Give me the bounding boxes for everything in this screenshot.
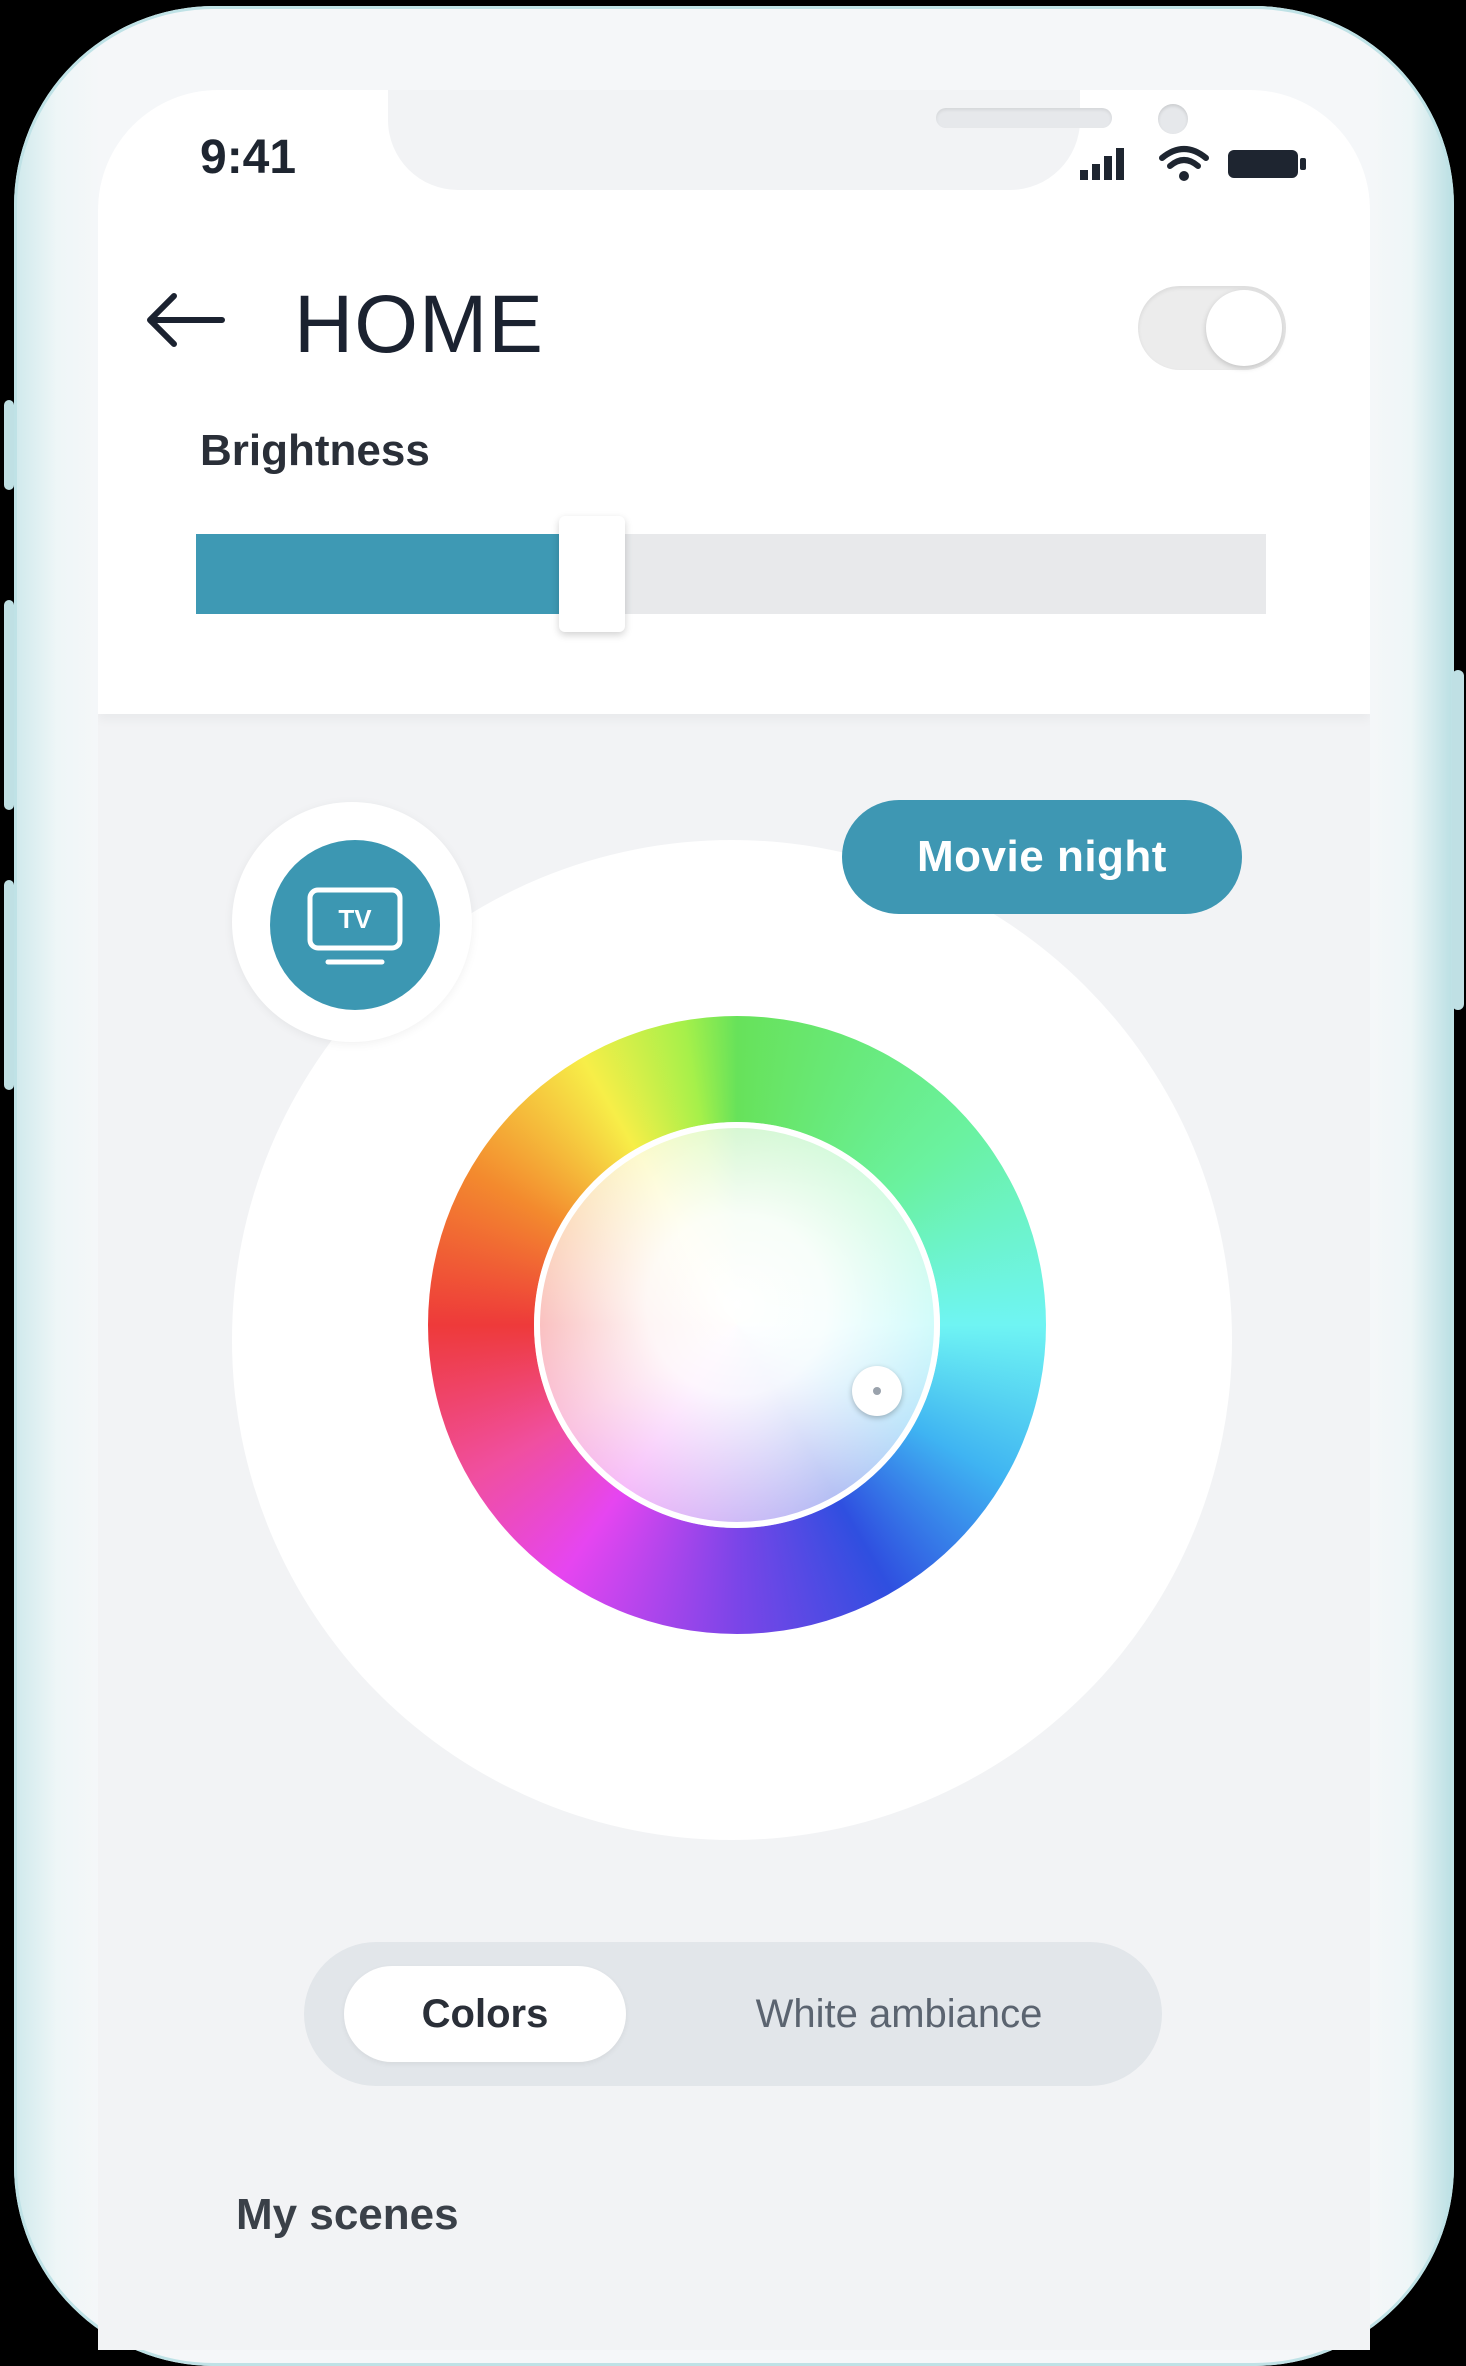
header-card: 9:41 HOME Brightness	[98, 90, 1370, 714]
volume-down-button	[4, 880, 14, 1090]
signal-icon	[1080, 148, 1124, 180]
volume-up-button	[4, 600, 14, 810]
power-button	[1452, 670, 1464, 1010]
battery-icon	[1228, 150, 1306, 178]
phone-device: 9:41 HOME Brightness TV Movie night Colo…	[0, 0, 1466, 2366]
page-title: HOME	[294, 279, 544, 370]
toggle-knob[interactable]	[1206, 290, 1282, 366]
mode-segmented-control: Colors White ambiance	[304, 1942, 1162, 2086]
arrow-left-icon[interactable]	[142, 290, 228, 350]
tv-icon-label: TV	[338, 904, 372, 934]
status-time: 9:41	[200, 131, 297, 184]
speaker	[936, 108, 1112, 128]
tab-colors[interactable]: Colors	[344, 1966, 626, 2062]
status-icons	[1080, 146, 1306, 181]
app-screen: 9:41 HOME Brightness TV Movie night Colo…	[98, 90, 1370, 2350]
power-toggle[interactable]	[1138, 286, 1286, 370]
mute-switch	[4, 400, 14, 490]
my-scenes-heading: My scenes	[236, 2190, 459, 2239]
brightness-slider-thumb[interactable]	[558, 516, 625, 632]
color-wheel-ring	[534, 1122, 940, 1528]
movie-night-scene-button[interactable]: Movie night	[842, 800, 1242, 914]
front-camera	[1158, 104, 1188, 134]
tv-button[interactable]: TV	[270, 840, 440, 1010]
brightness-slider[interactable]	[196, 516, 1266, 632]
tv-icon: TV	[307, 887, 403, 965]
brightness-label: Brightness	[200, 426, 430, 475]
brightness-slider-fill	[196, 534, 592, 614]
notch	[388, 90, 1188, 190]
color-picker-handle[interactable]	[852, 1366, 902, 1416]
tab-white-ambiance[interactable]: White ambiance	[664, 1966, 1134, 2062]
wifi-icon	[1159, 146, 1209, 181]
